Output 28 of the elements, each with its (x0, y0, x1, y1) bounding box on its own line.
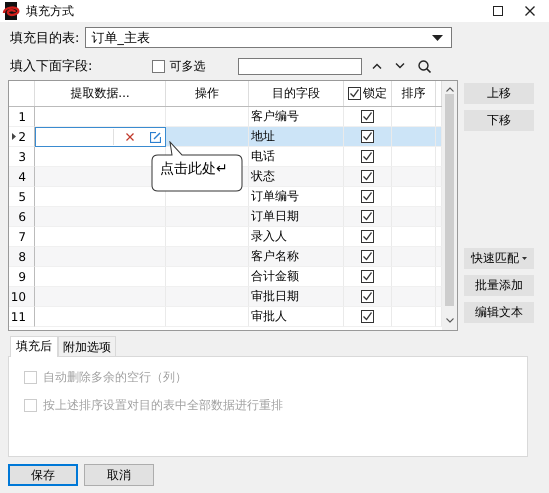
row-number: 5 (18, 190, 26, 204)
row-number: 3 (18, 150, 26, 164)
row-number: 1 (18, 110, 26, 124)
target-field-cell: 订单日期 (251, 208, 299, 225)
target-field-cell: 地址 (251, 128, 275, 145)
target-field-cell: 合计金额 (251, 268, 299, 285)
target-field-cell: 订单编号 (251, 188, 299, 205)
target-field-cell: 电话 (251, 148, 275, 165)
target-field-cell: 客户名称 (251, 248, 299, 265)
target-field-cell: 审批日期 (251, 288, 299, 305)
target-field-cell: 客户编号 (251, 108, 299, 125)
row-number: 10 (10, 290, 26, 304)
option-label: 按上述排序设置对目的表中全部数据进行重排 (43, 396, 283, 414)
window-title: 填充方式 (26, 2, 75, 20)
row-number: 6 (18, 210, 26, 224)
target-field-cell: 状态 (251, 168, 275, 185)
row-number: 2 (18, 130, 26, 144)
row-number: 4 (18, 170, 26, 184)
fields-label: 填入下面字段: (10, 58, 92, 75)
row-number: 8 (18, 250, 26, 264)
target-field-cell: 审批人 (251, 308, 287, 325)
row-number: 9 (18, 270, 26, 284)
row-number: 7 (18, 230, 26, 244)
row-number: 11 (10, 310, 26, 324)
multi-select-label: 可多选 (169, 58, 206, 74)
target-field-cell: 录入人 (251, 228, 287, 245)
target-table-label: 填充目的表: (10, 30, 80, 46)
option-label: 自动删除多余的空行（列） (43, 368, 187, 386)
